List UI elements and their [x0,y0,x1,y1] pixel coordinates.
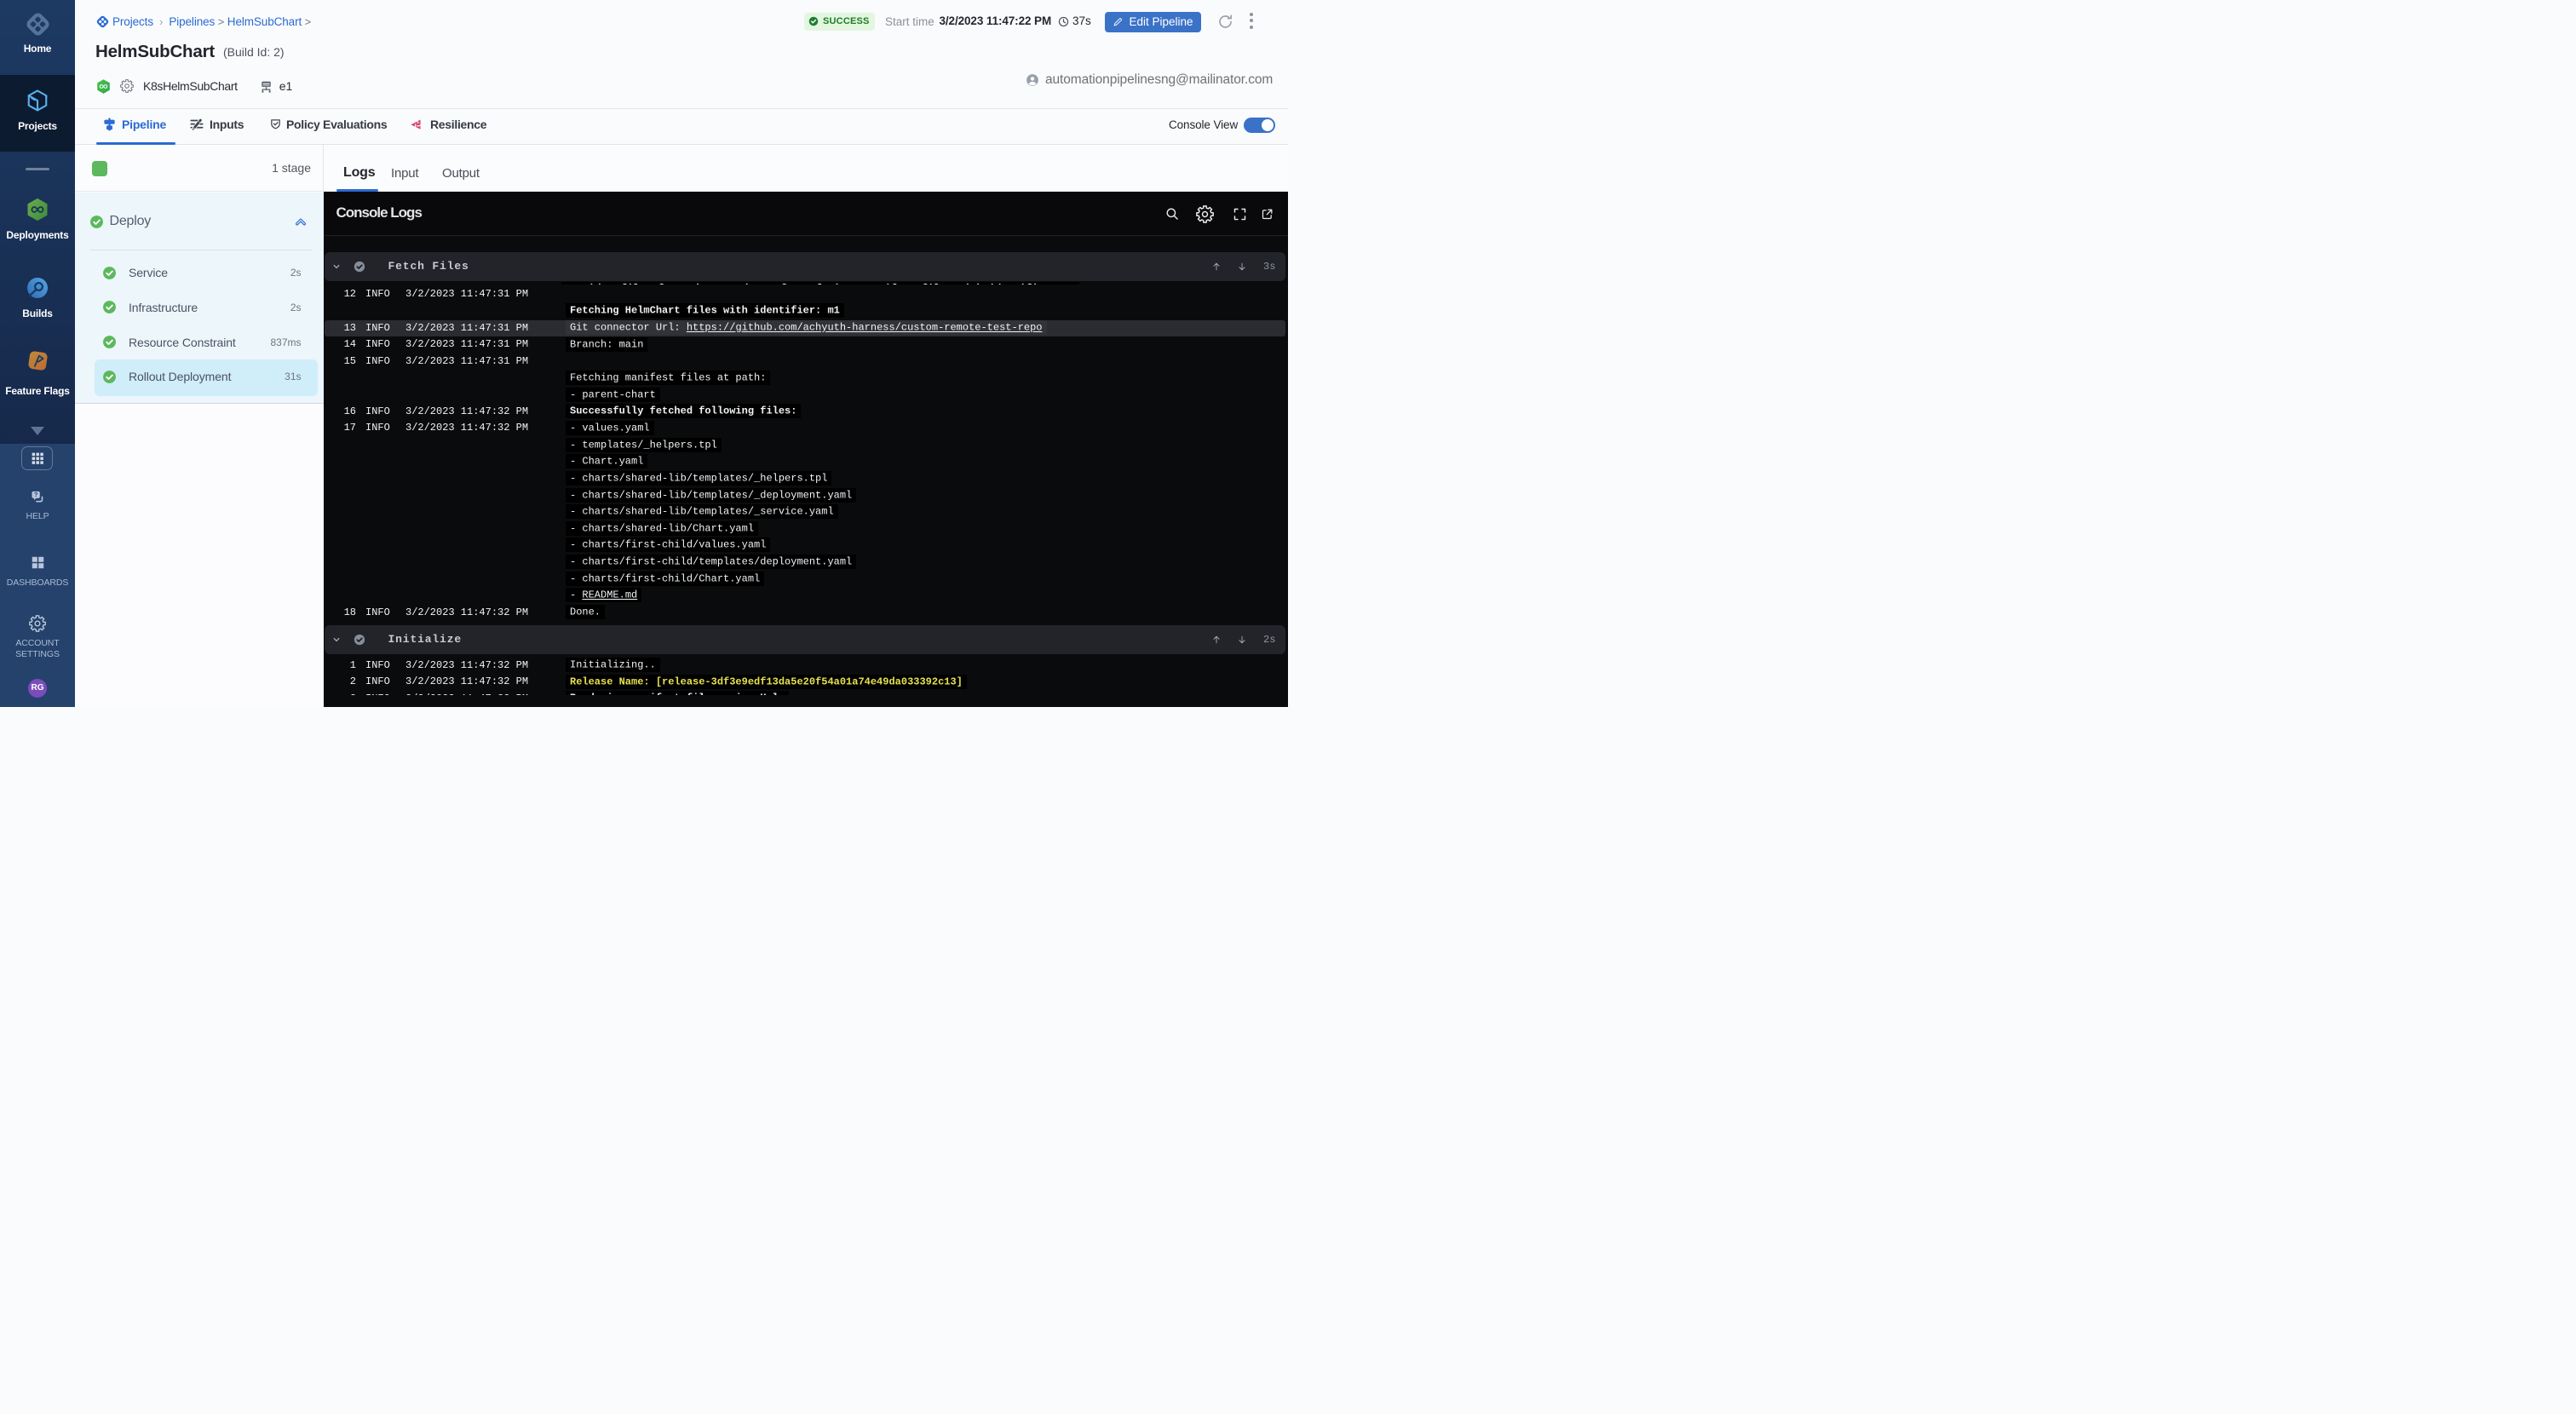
svg-text:?: ? [33,491,37,498]
